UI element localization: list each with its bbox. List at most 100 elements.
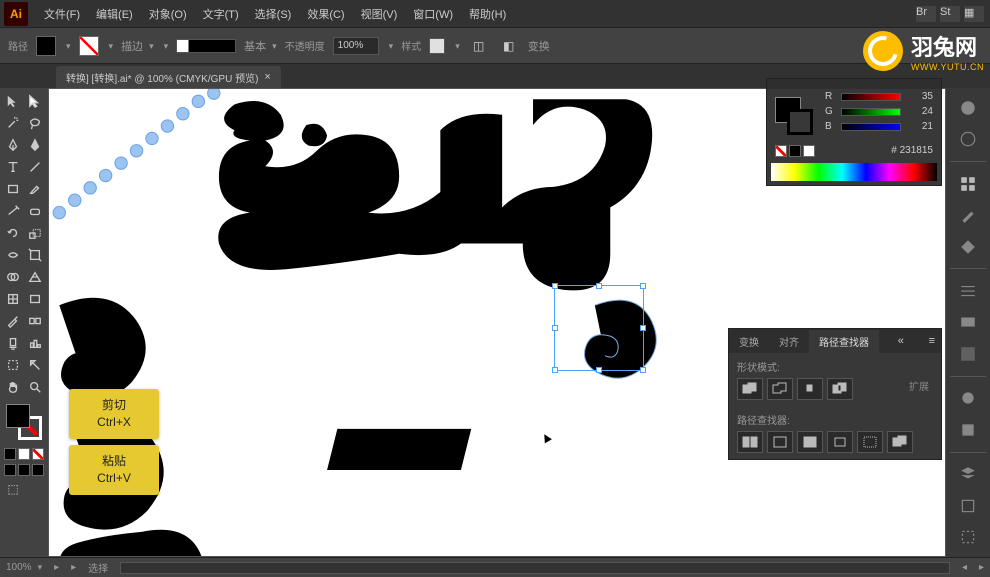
bbox-handle-ne[interactable] xyxy=(640,283,646,289)
eraser-tool[interactable] xyxy=(24,200,46,222)
style-chev[interactable] xyxy=(453,40,460,52)
panel-tab-align[interactable]: 对齐 xyxy=(769,330,809,353)
menu-object[interactable]: 对象(O) xyxy=(141,2,195,26)
selection-bounding-box[interactable] xyxy=(554,285,644,371)
workspace-button-2[interactable]: St xyxy=(940,6,960,22)
bbox-handle-se[interactable] xyxy=(640,367,646,373)
symbols-panel-icon[interactable] xyxy=(953,233,983,260)
color-spectrum[interactable] xyxy=(771,163,937,181)
free-transform-tool[interactable] xyxy=(24,244,46,266)
swatches-panel-icon[interactable] xyxy=(953,170,983,197)
shape-builder-tool[interactable] xyxy=(2,266,24,288)
gradient-mode-btn[interactable] xyxy=(18,448,30,460)
pen-tool[interactable] xyxy=(2,134,24,156)
zoom-tool[interactable] xyxy=(24,376,46,398)
align-button[interactable]: ◫ xyxy=(468,35,490,57)
zoom-level[interactable]: 100% xyxy=(6,562,42,573)
stroke-swatch[interactable] xyxy=(79,36,99,56)
gradient-panel-icon[interactable] xyxy=(953,309,983,336)
artboards-panel-icon[interactable] xyxy=(953,524,983,551)
pf-outline[interactable] xyxy=(857,431,883,453)
pf-crop[interactable] xyxy=(827,431,853,453)
color-mode-btn[interactable] xyxy=(4,448,16,460)
layers-panel-icon[interactable] xyxy=(953,461,983,488)
shaper-tool[interactable] xyxy=(2,200,24,222)
screen-mode-full[interactable] xyxy=(18,464,30,476)
line-tool[interactable] xyxy=(24,156,46,178)
symbol-sprayer-tool[interactable] xyxy=(2,332,24,354)
g-slider[interactable] xyxy=(841,108,901,116)
fill-dropdown[interactable] xyxy=(64,40,71,52)
panel-menu-icon[interactable]: ≡ xyxy=(923,335,941,347)
curvature-tool[interactable] xyxy=(24,134,46,156)
white-color-btn[interactable] xyxy=(803,145,815,157)
document-tab[interactable]: 转换] [转换].ai* @ 100% (CMYK/GPU 预览) × xyxy=(56,66,281,88)
perspective-tool[interactable] xyxy=(24,266,46,288)
bbox-handle-e[interactable] xyxy=(640,325,646,331)
g-value[interactable]: 24 xyxy=(907,106,933,117)
selection-tool[interactable] xyxy=(2,90,24,112)
color-panel-header[interactable] xyxy=(767,79,941,89)
menu-window[interactable]: 窗口(W) xyxy=(405,2,461,26)
bbox-handle-sw[interactable] xyxy=(552,367,558,373)
horizontal-scrollbar[interactable] xyxy=(120,562,950,574)
panel-tab-pathfinder[interactable]: 路径查找器 xyxy=(809,330,879,353)
pf-minus-back[interactable] xyxy=(887,431,913,453)
none-color-btn[interactable] xyxy=(775,145,787,157)
pf-intersect[interactable] xyxy=(797,378,823,400)
stroke-dropdown[interactable] xyxy=(107,40,114,52)
scale-tool[interactable] xyxy=(24,222,46,244)
pf-trim[interactable] xyxy=(767,431,793,453)
bbox-handle-nw[interactable] xyxy=(552,283,558,289)
fill-stroke-indicator[interactable] xyxy=(4,402,44,442)
change-screen-mode[interactable]: ⬚ xyxy=(2,478,24,500)
menu-file[interactable]: 文件(F) xyxy=(36,2,88,26)
rectangle-tool[interactable] xyxy=(2,178,24,200)
graphic-style-swatch[interactable] xyxy=(429,38,445,54)
mesh-tool[interactable] xyxy=(2,288,24,310)
pf-exclude[interactable] xyxy=(827,378,853,400)
b-slider[interactable] xyxy=(841,123,901,131)
r-slider[interactable] xyxy=(841,93,901,101)
transform-link[interactable]: 变换 xyxy=(528,38,550,54)
width-tool[interactable] xyxy=(2,244,24,266)
graphic-styles-icon[interactable] xyxy=(953,416,983,443)
bbox-handle-s[interactable] xyxy=(596,367,602,373)
menu-view[interactable]: 视图(V) xyxy=(353,2,406,26)
color-panel[interactable]: R 35 G 24 B 21 # 231815 xyxy=(766,78,942,186)
paintbrush-tool[interactable] xyxy=(24,178,46,200)
tab-close-icon[interactable]: × xyxy=(264,71,270,83)
bbox-handle-w[interactable] xyxy=(552,325,558,331)
pf-minus-front[interactable] xyxy=(767,378,793,400)
appearance-panel-icon[interactable] xyxy=(953,385,983,412)
workspace-button[interactable]: Br xyxy=(916,6,936,22)
blend-tool[interactable] xyxy=(24,310,46,332)
eyedropper-tool[interactable] xyxy=(2,310,24,332)
r-value[interactable]: 35 xyxy=(907,91,933,102)
hand-tool[interactable] xyxy=(2,376,24,398)
black-color-btn[interactable] xyxy=(789,145,801,157)
menu-select[interactable]: 选择(S) xyxy=(247,2,300,26)
opacity-input[interactable]: 100% xyxy=(333,37,379,55)
panel-collapse-icon[interactable]: « xyxy=(892,335,910,347)
b-value[interactable]: 21 xyxy=(907,121,933,132)
panel-tab-transform[interactable]: 变换 xyxy=(729,330,769,353)
column-graph-tool[interactable] xyxy=(24,332,46,354)
opacity-chev[interactable] xyxy=(387,40,394,52)
color-panel-icon[interactable] xyxy=(953,94,983,121)
brushes-panel-icon[interactable] xyxy=(953,201,983,228)
shape-button[interactable]: ◧ xyxy=(498,35,520,57)
brush-preview[interactable] xyxy=(176,39,236,53)
color-themes-icon[interactable] xyxy=(953,125,983,152)
stroke-weight[interactable]: 描边 xyxy=(121,38,154,54)
rotate-tool[interactable] xyxy=(2,222,24,244)
slice-tool[interactable] xyxy=(24,354,46,376)
brush-select[interactable]: 基本 xyxy=(244,38,277,54)
stroke-panel-icon[interactable] xyxy=(953,277,983,304)
menu-help[interactable]: 帮助(H) xyxy=(461,2,514,26)
bbox-handle-n[interactable] xyxy=(596,283,602,289)
screen-mode-pres[interactable] xyxy=(32,464,44,476)
menu-type[interactable]: 文字(T) xyxy=(195,2,247,26)
artboard-tool[interactable] xyxy=(2,354,24,376)
pf-divide[interactable] xyxy=(737,431,763,453)
